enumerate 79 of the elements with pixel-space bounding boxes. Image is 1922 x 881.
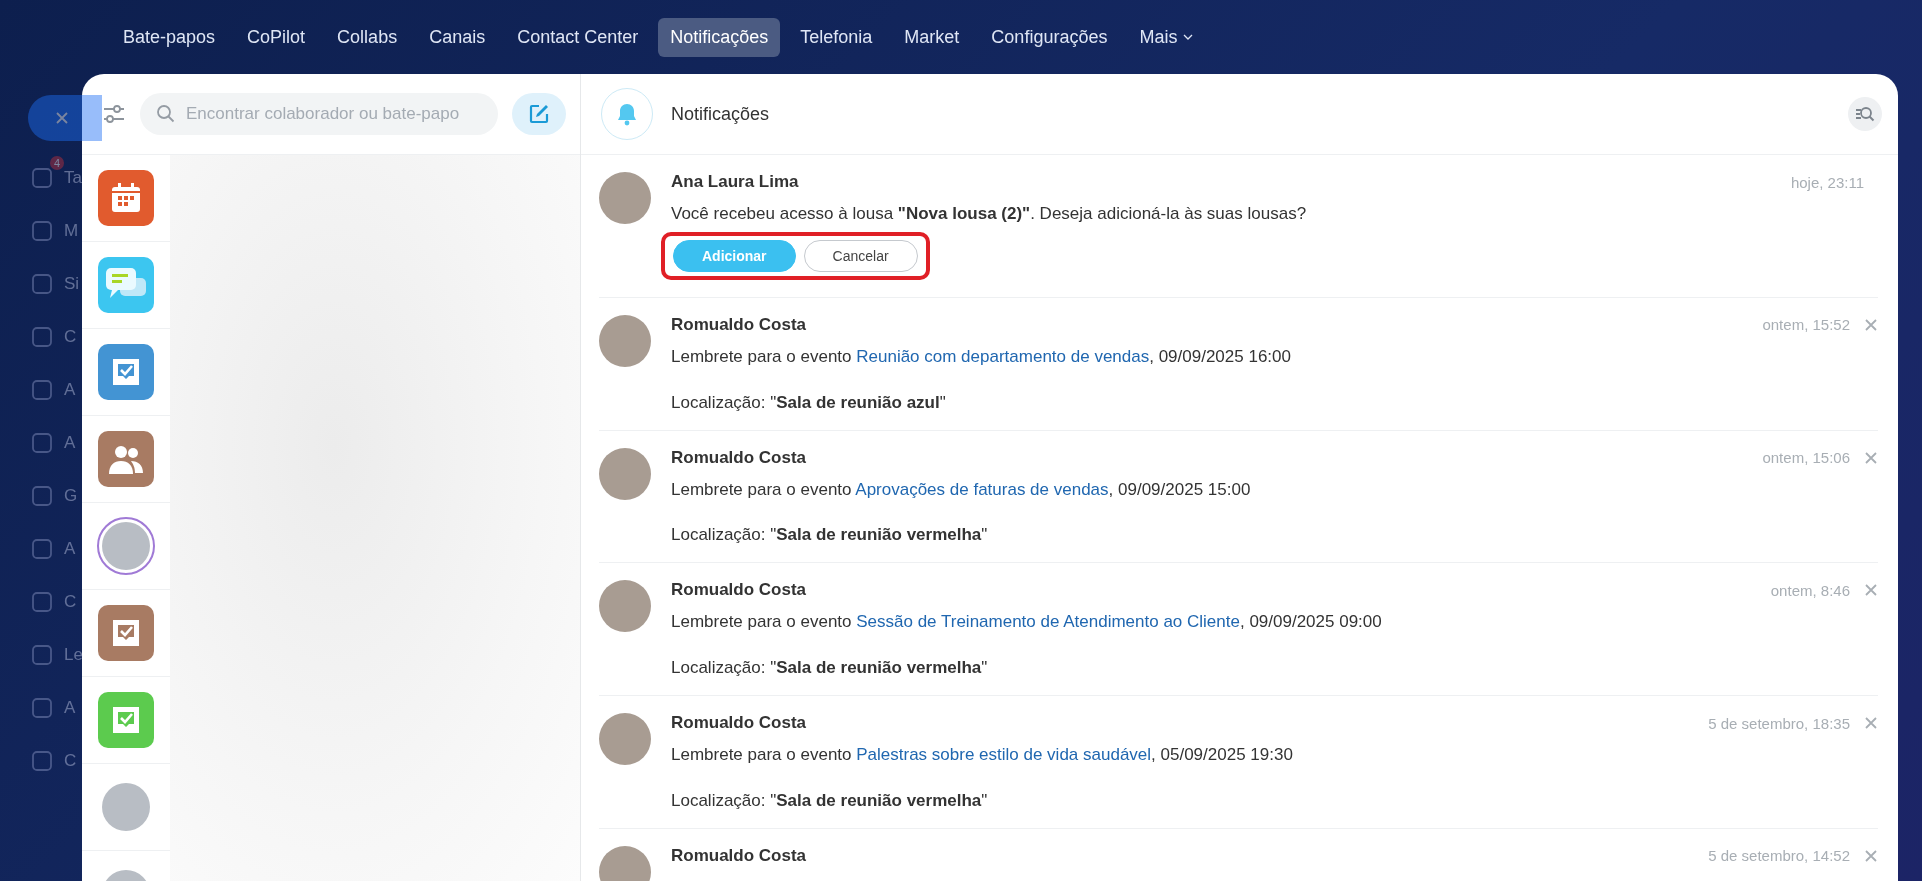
timestamp: hoje, 23:11 — [1790, 173, 1864, 191]
menu-item-icon — [30, 536, 54, 561]
timestamp: ontem, 15:06 — [1762, 449, 1850, 467]
panel-title: Notificações — [671, 103, 771, 125]
author-name[interactable]: Romualdo Costa — [671, 713, 1695, 734]
edit-icon — [527, 102, 551, 126]
menu-item-icon — [30, 642, 54, 667]
menu-item-icon — [30, 483, 54, 508]
event-link[interactable]: Aprovações de faturas de vendas — [855, 479, 1109, 499]
chat-tile[interactable] — [98, 692, 154, 748]
nav-tab[interactable]: Contact Center — [505, 17, 651, 57]
author-name[interactable]: Romualdo Costa — [671, 314, 1749, 335]
nav-tab[interactable]: Canais — [417, 17, 498, 57]
location-text: Localização: "Sala de reunião azul" — [671, 392, 947, 413]
author-name[interactable]: Romualdo Costa — [671, 447, 1749, 468]
event-link[interactable]: Sessão de Treinamento de Atendimento ao Cliente — [856, 612, 1240, 632]
avatar — [599, 314, 651, 367]
close-icon[interactable] — [1864, 450, 1878, 465]
timestamp: 5 de setembro, 14:52 — [1708, 847, 1850, 865]
location-text: Localização: "Sala de reunião vermelha" — [671, 791, 989, 811]
chevron-down-icon — [1183, 34, 1194, 40]
close-icon[interactable] — [1864, 583, 1878, 598]
search-field[interactable]: Encontrar colaborador ou bate-papo — [140, 93, 498, 135]
avatar — [599, 172, 651, 224]
nav-tab[interactable]: Telefonia — [788, 17, 885, 57]
chat-avatar[interactable] — [97, 517, 155, 575]
chat-tile[interactable] — [98, 344, 154, 400]
filter-icon[interactable] — [102, 103, 126, 125]
event-link[interactable]: Reunião com departamento de vendas — [856, 346, 1150, 366]
menu-item-icon — [30, 589, 54, 614]
nav-tab[interactable]: Configurações — [979, 17, 1120, 57]
menu-item-icon — [30, 748, 54, 773]
menu-item-icon — [30, 695, 54, 720]
location-text: Localização: "Sala de reunião vermelha" — [671, 525, 989, 546]
nav-tab[interactable]: Collabs — [325, 17, 410, 57]
action-button[interactable]: Cancelar — [803, 239, 918, 272]
notification-text: Lembrete para o evento Aprovações de faturas de vendas, 09/09/2025 15:00 — [671, 478, 1252, 501]
author-name[interactable]: Ana Laura Lima — [671, 172, 1777, 192]
timestamp: ontem, 8:46 — [1770, 581, 1850, 599]
menu-item-icon — [30, 218, 54, 243]
search-list-icon — [1854, 104, 1876, 124]
task-icon — [110, 356, 142, 388]
menu-item-icon — [30, 271, 54, 296]
nav-tab[interactable]: Mais — [1127, 17, 1206, 57]
nav-tab[interactable]: CoPilot — [235, 17, 318, 57]
avatar — [599, 580, 651, 633]
timestamp: 5 de setembro, 18:35 — [1708, 714, 1850, 732]
menu-item-icon — [30, 430, 54, 455]
nav-tab[interactable]: Bate-papos — [111, 17, 228, 57]
menu-item-icon — [30, 377, 54, 402]
calendar-icon — [109, 181, 143, 215]
count-badge: 4 — [49, 155, 64, 170]
timestamp: ontem, 15:52 — [1762, 316, 1850, 334]
location-text: Localização: "Sala de reunião vermelha" — [671, 658, 989, 679]
close-icon[interactable] — [1864, 849, 1878, 863]
notification-text: Lembrete para o evento Palestras sobre estilo de vida saudável, 05/09/2025 19:30 — [671, 744, 1294, 767]
event-link[interactable]: Palestras sobre estilo de vida saudável — [856, 745, 1152, 765]
avatar — [599, 713, 651, 766]
close-icon — [55, 111, 69, 125]
author-name[interactable]: Romualdo Costa — [671, 580, 1757, 601]
task-icon — [110, 617, 142, 649]
avatar — [599, 447, 651, 500]
search-button[interactable] — [1848, 97, 1882, 131]
chat-tile[interactable] — [98, 257, 154, 313]
nav-tab[interactable]: Notificações — [658, 17, 781, 57]
chat-tile[interactable] — [98, 605, 154, 661]
nav-tab[interactable]: Market — [892, 17, 972, 57]
compose-button[interactable] — [512, 93, 566, 135]
notification-text: Lembrete para o evento Reunião com departamento de vendas, 09/09/2025 16:00 — [671, 345, 1292, 368]
close-icon[interactable] — [1864, 317, 1878, 332]
author-name[interactable]: Romualdo Costa — [671, 846, 1695, 866]
notification-text: Você recebeu acesso à lousa "Nova lousa (2)". Deseja adicioná-la às suas lousas? — [671, 203, 1308, 225]
menu-item-icon — [30, 324, 54, 349]
chat-tile[interactable] — [98, 431, 154, 487]
chat-tile[interactable] — [98, 170, 154, 226]
task-icon — [110, 704, 142, 736]
menu-item-icon — [30, 165, 54, 190]
notification-text: Lembrete para o evento Sessão de Treinamento de Atendimento ao Cliente, 09/09/2025 09:00 — [671, 611, 1383, 634]
close-icon[interactable] — [1864, 716, 1878, 731]
